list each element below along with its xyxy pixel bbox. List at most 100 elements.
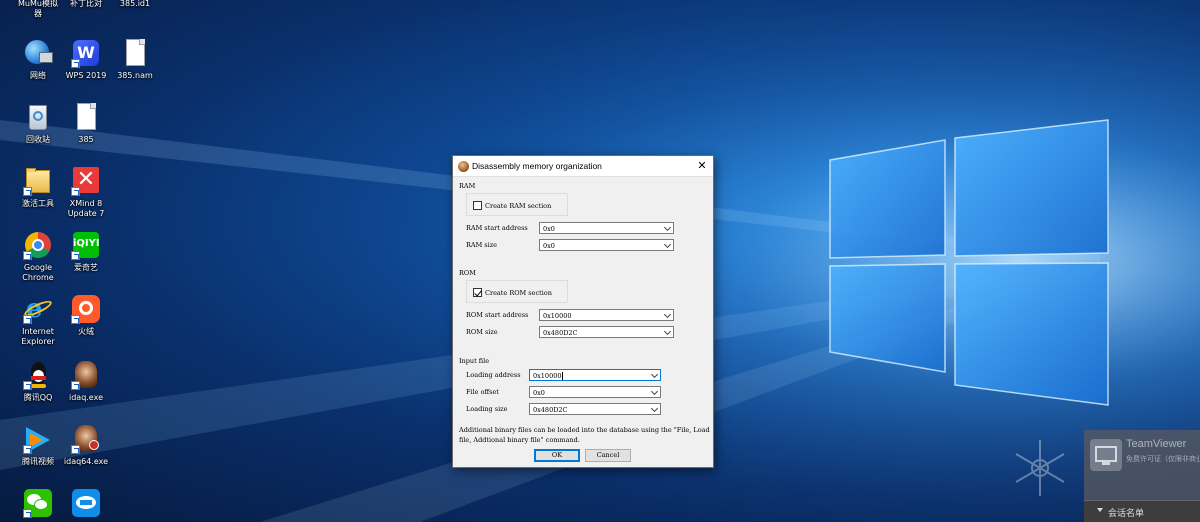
loading-size-combo[interactable]: 0x480D2C	[529, 403, 661, 415]
chevron-down-icon	[663, 223, 672, 232]
icon-label: 385	[78, 135, 94, 144]
shortcut-arrow-icon	[23, 445, 32, 454]
ram-size-value: 0x0	[543, 241, 555, 250]
ram-section-label: RAM	[459, 182, 476, 190]
blank-file-icon	[120, 38, 150, 68]
loading-address-label: Loading address	[466, 371, 521, 379]
rom-section-label: ROM	[459, 269, 476, 277]
create-ram-label[interactable]: Create RAM section	[485, 202, 551, 210]
chevron-down-icon	[650, 404, 659, 413]
rom-start-combo[interactable]: 0x10000	[539, 309, 674, 321]
rom-size-value: 0x480D2C	[543, 328, 578, 337]
session-list-bar[interactable]: 会话名单	[1084, 500, 1200, 522]
close-icon[interactable]: ✕	[691, 156, 713, 176]
dialog-body: RAM Create RAM section RAM start address…	[453, 177, 713, 467]
idaq-exe-icon[interactable]: idaq.exe	[57, 360, 115, 403]
teamviewer-name: TeamViewer	[1126, 438, 1187, 450]
teamviewer-connection-icon	[1090, 439, 1122, 471]
teamviewer-logo-icon	[71, 488, 101, 518]
rom-start-value: 0x10000	[543, 311, 572, 320]
rom-size-label: ROM size	[466, 328, 498, 336]
create-rom-checkbox[interactable]	[473, 288, 482, 297]
blank-file-icon	[71, 102, 101, 132]
loading-address-value: 0x10000	[533, 371, 562, 380]
shortcut-arrow-icon	[71, 187, 80, 196]
file-offset-label: File offset	[466, 388, 499, 396]
huorong-logo-icon	[71, 294, 101, 324]
globe-icon	[23, 38, 53, 68]
file-385-icon[interactable]: 385	[57, 102, 115, 145]
shortcut-arrow-icon	[71, 251, 80, 260]
xmind-logo-icon: ✕	[71, 166, 101, 196]
chevron-down-icon	[1097, 508, 1103, 512]
icon-label: XMind 8 Update 7	[67, 199, 105, 218]
ram-start-label: RAM start address	[466, 224, 528, 232]
ie-logo-icon: e	[22, 294, 54, 324]
ram-start-combo[interactable]: 0x0	[539, 222, 674, 234]
ida64-portrait-icon	[71, 424, 101, 454]
wechat-logo-icon	[23, 488, 53, 518]
shortcut-arrow-icon	[71, 381, 80, 390]
iqiyi-logo-icon: iQIYI	[71, 230, 101, 260]
teamviewer-header[interactable]: TeamViewer 免费许可证（仅限非商业用途）	[1084, 430, 1200, 500]
wps-logo-icon: W	[71, 38, 101, 68]
file-385-id1-icon[interactable]: 385.id1	[106, 0, 164, 9]
rom-create-group: Create ROM section	[466, 280, 568, 303]
shortcut-arrow-icon	[71, 315, 80, 324]
folder-icon	[23, 166, 53, 196]
teamviewer-panel: TeamViewer 免费许可证（仅限非商业用途） 会话名单	[1084, 430, 1200, 522]
loading-address-combo[interactable]: 0x10000	[529, 369, 661, 381]
teamviewer-subtitle: 免费许可证（仅限非商业用途）	[1126, 456, 1200, 463]
huorong-icon[interactable]: 火绒	[57, 294, 115, 337]
chevron-down-icon	[650, 387, 659, 396]
create-rom-label[interactable]: Create ROM section	[485, 289, 552, 297]
session-list-label: 会话名单	[1108, 509, 1145, 519]
loading-size-label: Loading size	[466, 405, 508, 413]
file-offset-value: 0x0	[533, 388, 545, 397]
help-note: Additional binary files can be loaded in…	[459, 426, 710, 444]
shortcut-arrow-icon	[23, 251, 32, 260]
shortcut-arrow-icon	[23, 509, 32, 518]
ram-size-combo[interactable]: 0x0	[539, 239, 674, 251]
icon-label: idaq64.exe	[63, 457, 109, 466]
rom-start-label: ROM start address	[466, 311, 529, 319]
shortcut-arrow-icon	[71, 59, 80, 68]
shortcut-arrow-icon	[71, 445, 80, 454]
ram-create-group: Create RAM section	[466, 193, 568, 216]
chevron-down-icon	[663, 240, 672, 249]
icon-label: 385.id1	[119, 0, 151, 8]
shortcut-arrow-icon	[23, 187, 32, 196]
loading-size-value: 0x480D2C	[533, 405, 568, 414]
iqiyi-icon[interactable]: iQIYI 爱奇艺	[57, 230, 115, 273]
idaq64-exe-icon[interactable]: idaq64.exe	[57, 424, 115, 467]
text-caret	[562, 371, 564, 380]
ram-size-label: RAM size	[466, 241, 497, 249]
ok-button[interactable]: OK	[534, 449, 580, 462]
file-385-nam-icon[interactable]: 385.nam	[106, 38, 164, 81]
chevron-down-icon	[663, 310, 672, 319]
icon-label: 385.nam	[117, 71, 153, 80]
desktop: MuMu模拟 器 网络 回收站 激活工具 Google Chrome e Int…	[0, 0, 1200, 522]
icon-label: 火绒	[78, 327, 94, 336]
input-file-section-label: Input file	[459, 357, 490, 365]
file-offset-combo[interactable]: 0x0	[529, 386, 661, 398]
disassembly-memory-dialog: Disassembly memory organization ✕ RAM Cr…	[452, 155, 714, 468]
qq-penguin-icon	[23, 360, 53, 390]
xmind-icon[interactable]: ✕ XMind 8 Update 7	[57, 166, 115, 219]
ida-portrait-icon	[71, 360, 101, 390]
trash-icon	[23, 102, 53, 132]
tencent-video-logo-icon	[23, 424, 53, 454]
icon-label: 爱奇艺	[74, 263, 98, 272]
dialog-title: Disassembly memory organization	[472, 161, 602, 171]
shortcut-arrow-icon	[23, 315, 32, 324]
cancel-button[interactable]: Cancel	[585, 449, 631, 462]
chrome-logo-icon	[23, 230, 53, 260]
rom-size-combo[interactable]: 0x480D2C	[539, 326, 674, 338]
ida-app-icon	[458, 161, 469, 172]
chevron-down-icon	[663, 327, 672, 336]
create-ram-checkbox[interactable]	[473, 201, 482, 210]
dialog-titlebar[interactable]: Disassembly memory organization ✕	[453, 156, 713, 177]
teamviewer-desktop-icon[interactable]	[57, 488, 115, 518]
shortcut-arrow-icon	[23, 381, 32, 390]
ram-start-value: 0x0	[543, 224, 555, 233]
